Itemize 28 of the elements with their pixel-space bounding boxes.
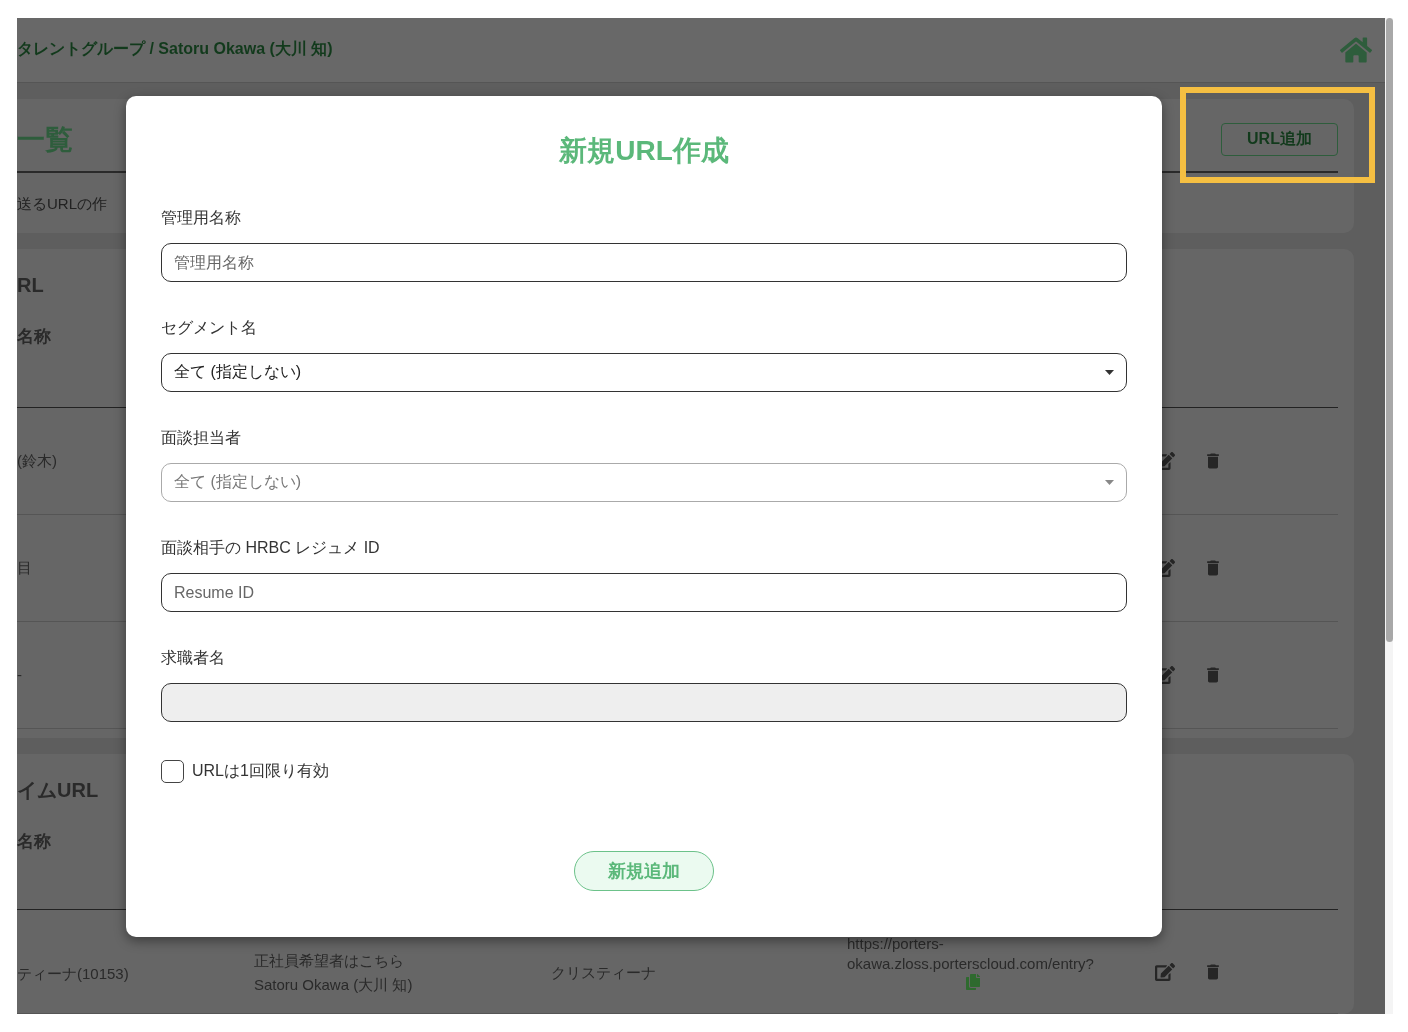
input-field[interactable]: Resume ID <box>161 573 1127 612</box>
caret-icon <box>1105 370 1114 375</box>
table-cell: 目 <box>17 558 32 579</box>
table-cell-text: Satoru Okawa (大川 知) <box>254 975 414 995</box>
select-field[interactable]: 全て (指定しない) <box>161 353 1127 392</box>
section-heading: イムURL <box>17 778 99 802</box>
checkbox[interactable] <box>161 760 184 783</box>
dialog-title: 新規URL作成 <box>558 134 730 168</box>
table-cell-text: 正社員希望者はこちら <box>254 951 405 971</box>
field-label: 管理用名称 <box>161 208 242 228</box>
input-field[interactable]: 管理用名称 <box>161 243 1127 282</box>
caret-icon <box>1105 480 1114 485</box>
table-cell-text: ティーナ(10153) <box>17 964 130 984</box>
section-heading: RL <box>17 273 44 298</box>
scrollbar-thumb[interactable] <box>1385 18 1393 642</box>
field-label: セグメント名 <box>161 318 258 338</box>
url-text: https://porters- <box>847 934 945 954</box>
description-text: 送るURLの作 <box>17 194 108 214</box>
checkbox-label: URLは1回限り有効 <box>192 761 329 781</box>
field-label: 面談担当者 <box>161 428 242 448</box>
url-text: okawa.zloss.porterscloud.com/entry? <box>847 954 1094 974</box>
page-title: タレントグループ / Satoru Okawa (大川 知) <box>17 39 333 60</box>
field-label: 求職者名 <box>161 648 226 668</box>
table-cell-text: クリスティーナ <box>551 963 657 983</box>
section-heading: 一覧 <box>17 122 73 157</box>
field-label: 面談相手の HRBC レジュメ ID <box>161 538 381 558</box>
table-cell: (鈴木) <box>17 451 57 472</box>
table-cell: - <box>17 665 22 686</box>
